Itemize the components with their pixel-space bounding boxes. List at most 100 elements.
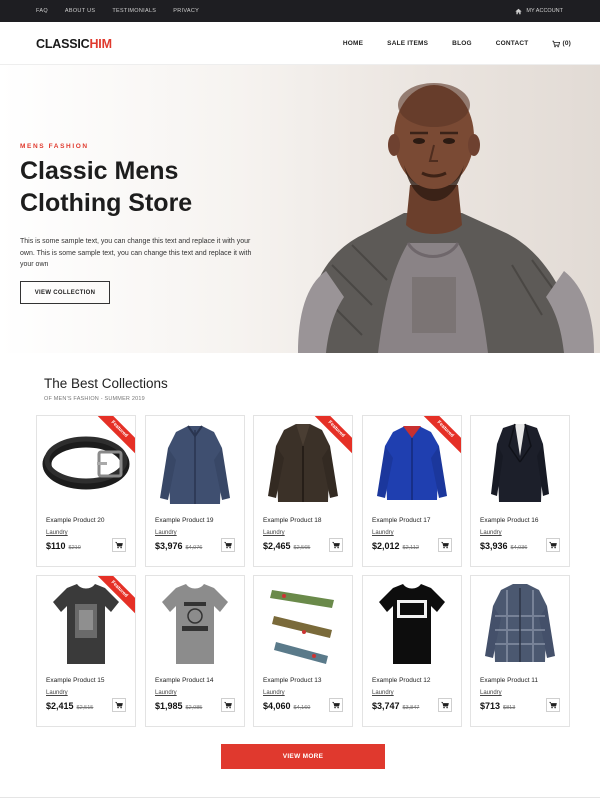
add-to-cart-button[interactable] [438,698,452,712]
logo-part-classic: CLASSIC [36,37,90,51]
product-price: $2,465 $2,565 [263,541,310,551]
price-old: $4,160 [293,705,311,711]
add-to-cart-button[interactable] [221,698,235,712]
product-card[interactable]: Example Product 16 Laundry $3,936 $4,036 [470,415,570,567]
product-name[interactable]: Example Product 18 [263,517,322,524]
add-to-cart-button[interactable] [329,538,343,552]
product-category[interactable]: Laundry [46,690,68,696]
my-account-link[interactable]: MY ACCOUNT [515,0,563,22]
product-card[interactable]: Example Product 12 Laundry $3,747 $3,847 [362,575,462,727]
product-card[interactable]: Example Product 14 Laundry $1,985 $2,085 [145,575,245,727]
product-category[interactable]: Laundry [46,530,68,536]
price-old: $2,112 [402,545,419,551]
cart-icon [549,541,557,549]
price-current: $4,060 [263,701,291,711]
product-image-gym-tshirt [162,584,228,664]
collections-subtitle: OF MEN'S FASHION - SUMMER 2019 [44,396,145,402]
product-card[interactable]: Featured Example Product 17 Laundry $2,0… [362,415,462,567]
add-to-cart-button[interactable] [221,538,235,552]
price-old: $3,847 [402,705,420,711]
product-name[interactable]: Example Product 13 [263,677,322,684]
add-to-cart-button[interactable] [546,538,560,552]
add-to-cart-button[interactable] [438,538,452,552]
product-name[interactable]: Example Product 19 [155,517,214,524]
nav-contact[interactable]: CONTACT [496,40,529,47]
price-old: $4,036 [510,545,528,551]
testimonials-link[interactable]: TESTIMONIALS [112,8,156,14]
privacy-link[interactable]: PRIVACY [173,8,199,14]
price-current: $2,012 [372,541,400,551]
product-card[interactable]: Featured Example Product 20 Laundry $110… [36,415,136,567]
product-name[interactable]: Example Product 17 [372,517,431,524]
product-price: $2,415 $2,515 [46,701,93,711]
hero-title-line-2: Clothing Store [20,189,193,217]
faq-link[interactable]: FAQ [36,8,48,14]
product-name[interactable]: Example Product 14 [155,677,214,684]
cart-icon [115,701,123,709]
cart-icon [441,541,449,549]
product-image-denim-shirt [160,425,230,504]
logo[interactable]: CLASSICHIM [36,37,112,51]
cart-icon [224,541,232,549]
price-current: $2,465 [263,541,291,551]
add-to-cart-button[interactable] [546,698,560,712]
product-card[interactable]: Example Product 13 Laundry $4,060 $4,160 [253,575,353,727]
product-name[interactable]: Example Product 20 [46,517,105,524]
product-name[interactable]: Example Product 15 [46,677,105,684]
add-to-cart-button[interactable] [112,538,126,552]
nav-sale-items[interactable]: SALE ITEMS [387,40,428,47]
product-name[interactable]: Example Product 12 [372,677,431,684]
top-bar: FAQ ABOUT US TESTIMONIALS PRIVACY MY ACC… [0,0,600,22]
price-old: $4,076 [185,545,203,551]
product-category[interactable]: Laundry [155,530,177,536]
top-links: FAQ ABOUT US TESTIMONIALS PRIVACY [36,0,199,22]
price-current: $3,936 [480,541,508,551]
product-price: $3,747 $3,847 [372,701,419,711]
view-more-button[interactable]: VIEW MORE [221,744,385,769]
nav-blog[interactable]: BLOG [452,40,472,47]
about-us-link[interactable]: ABOUT US [65,8,95,14]
price-current: $1,985 [155,701,183,711]
product-image-nwo-tshirt [379,584,445,664]
product-price: $3,936 $4,036 [480,541,527,551]
product-price: $4,060 $4,160 [263,701,310,711]
product-name[interactable]: Example Product 11 [480,677,538,684]
product-price: $3,976 $4,076 [155,541,202,551]
price-current: $3,747 [372,701,400,711]
product-price: $713 $813 [480,701,515,711]
price-old: $2,565 [293,545,311,551]
hero-title: Classic Mens Clothing Store [20,155,192,219]
my-account-label: MY ACCOUNT [526,8,563,14]
product-category[interactable]: Laundry [263,690,285,696]
product-card[interactable]: Featured Example Product 18 Laundry $2,4… [253,415,353,567]
product-card[interactable]: Featured Example Product 15 Laundry $2,4… [36,575,136,727]
price-old: $210 [68,545,81,551]
product-price: $2,012 $2,112 [372,541,419,551]
cart-icon [332,701,340,709]
cart-icon [549,701,557,709]
product-category[interactable]: Laundry [263,530,285,536]
add-to-cart-button[interactable] [112,698,126,712]
add-to-cart-button[interactable] [329,698,343,712]
hero-model-image [298,83,594,353]
product-card[interactable]: Example Product 19 Laundry $3,976 $4,076 [145,415,245,567]
product-image-plaid-shirt [485,584,555,662]
product-name[interactable]: Example Product 16 [480,517,539,524]
price-current: $2,415 [46,701,74,711]
price-current: $3,976 [155,541,183,551]
product-category[interactable]: Laundry [155,690,177,696]
view-collection-button[interactable]: VIEW COLLECTION [20,281,110,304]
cart-icon [115,541,123,549]
hero-banner: MENS FASHION Classic Mens Clothing Store… [0,65,600,353]
cart-icon [224,701,232,709]
product-card[interactable]: Example Product 11 Laundry $713 $813 [470,575,570,727]
home-icon [515,8,523,14]
cart-icon [441,701,449,709]
product-category[interactable]: Laundry [480,530,502,536]
product-image-printed-belt [270,590,334,664]
product-category[interactable]: Laundry [372,690,394,696]
nav-home[interactable]: HOME [343,40,363,47]
product-category[interactable]: Laundry [372,530,394,536]
nav-cart[interactable]: (0) [552,40,571,48]
product-category[interactable]: Laundry [480,690,502,696]
